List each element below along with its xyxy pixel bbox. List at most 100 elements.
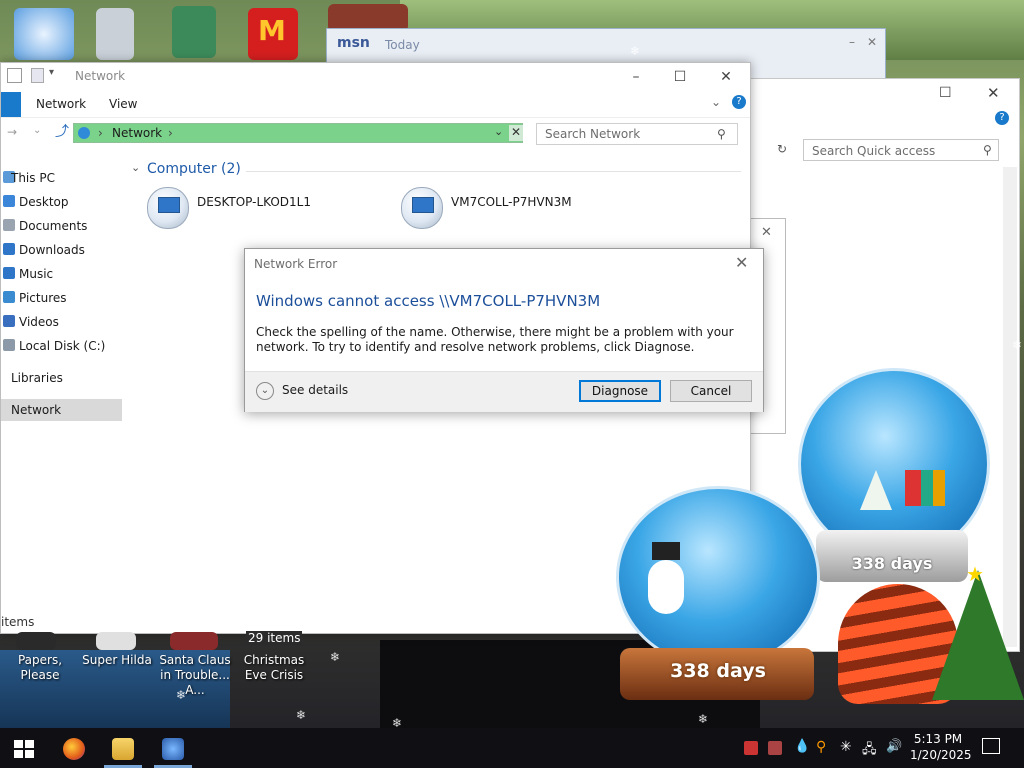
back-close-button[interactable]: ✕ bbox=[987, 84, 1000, 102]
minimize-button[interactable]: – bbox=[613, 65, 659, 89]
desktop-folder-icon bbox=[3, 195, 15, 207]
network-error-dialog[interactable]: Network Error ✕ Windows cannot access \\… bbox=[244, 248, 764, 412]
back-search-icon: ⚲ bbox=[983, 143, 992, 157]
cancel-button[interactable]: Cancel bbox=[670, 380, 752, 402]
msn-close-button[interactable]: ✕ bbox=[867, 35, 877, 49]
quick-access-search-input[interactable]: Search Quick access bbox=[803, 139, 999, 161]
see-details-link[interactable]: See details bbox=[282, 383, 348, 397]
tray-volume-icon[interactable]: 🔊 bbox=[886, 739, 902, 754]
network-app-icon[interactable] bbox=[162, 738, 184, 760]
mcdonalds-icon[interactable]: M bbox=[248, 8, 298, 60]
pictures-icon bbox=[3, 291, 15, 303]
tray-snow-icon[interactable]: ✳ bbox=[840, 739, 852, 755]
tray-weather-icon[interactable]: ⚲ bbox=[816, 739, 826, 755]
nav-network: Network bbox=[11, 403, 62, 417]
recent-dropdown-icon[interactable]: ⌄ bbox=[33, 125, 41, 136]
dialog-heading: Windows cannot access \\VM7COLL-P7HVN3M bbox=[256, 292, 601, 310]
nav-desktop[interactable]: Desktop bbox=[19, 195, 69, 209]
diagnose-button[interactable]: Diagnose bbox=[579, 380, 661, 402]
ribbon-expand-icon[interactable]: ⌄ bbox=[711, 95, 721, 109]
back-status-items: 29 items bbox=[246, 631, 303, 645]
nav-this-pc[interactable]: This PC bbox=[11, 171, 55, 185]
address-bar[interactable]: › Network › ⌄ bbox=[73, 123, 523, 143]
msn-minimize-button[interactable]: – bbox=[849, 35, 855, 49]
desktop-icon-3[interactable] bbox=[172, 6, 216, 58]
back-dialog-close-icon[interactable]: ✕ bbox=[761, 225, 772, 240]
start-button[interactable] bbox=[14, 740, 34, 758]
computer-icon bbox=[147, 187, 189, 229]
tab-network[interactable]: Network bbox=[36, 97, 86, 111]
videos-icon bbox=[3, 315, 15, 327]
tray-icon-2[interactable] bbox=[768, 741, 782, 755]
search-network-input[interactable]: Search Network ⚲ bbox=[536, 123, 738, 145]
nav-downloads[interactable]: Downloads bbox=[19, 243, 85, 257]
breadcrumb-separator-icon: › bbox=[98, 126, 103, 140]
desktop-label-papers-please[interactable]: Papers, Please bbox=[0, 653, 80, 683]
clock-date: 1/20/2025 bbox=[910, 748, 972, 762]
papers-please-icon[interactable] bbox=[16, 632, 56, 650]
network-globe-icon bbox=[78, 127, 90, 139]
desktop-icon-1[interactable] bbox=[14, 8, 74, 60]
dialog-footer: ⌄ See details Diagnose Cancel bbox=[245, 371, 763, 412]
back-help-icon[interactable]: ? bbox=[995, 111, 1009, 125]
nav-network-selected[interactable]: Network bbox=[1, 399, 122, 421]
snowflake-icon: ❄ bbox=[512, 430, 523, 444]
new-folder-icon[interactable] bbox=[31, 68, 44, 83]
file-tab[interactable] bbox=[1, 92, 21, 117]
christmas-tree-icon bbox=[860, 470, 892, 510]
nav-music[interactable]: Music bbox=[19, 267, 53, 281]
santa-claus-icon[interactable] bbox=[170, 632, 218, 650]
close-button[interactable]: ✕ bbox=[703, 65, 749, 89]
nav-local-disk[interactable]: Local Disk (C:) bbox=[19, 339, 105, 353]
back-maximize-button[interactable]: ☐ bbox=[939, 85, 952, 101]
firefox-icon[interactable] bbox=[63, 738, 85, 760]
address-dropdown-icon[interactable]: ⌄ bbox=[494, 125, 503, 138]
expand-details-icon[interactable]: ⌄ bbox=[256, 382, 274, 400]
clock-time: 5:13 PM bbox=[913, 732, 963, 746]
title-bar[interactable]: ▾ Network – ☐ ✕ bbox=[1, 63, 750, 89]
address-clear-icon[interactable]: ✕ bbox=[509, 125, 523, 141]
nav-pictures[interactable]: Pictures bbox=[19, 291, 67, 305]
group-collapse-icon[interactable]: ⌄ bbox=[131, 161, 140, 174]
nav-documents[interactable]: Documents bbox=[19, 219, 87, 233]
computer-item-vm[interactable]: VM7COLL-P7HVN3M bbox=[401, 187, 621, 233]
desktop-label-christmas-eve[interactable]: Christmas Eve Crisis bbox=[236, 653, 312, 683]
computer-name: VM7COLL-P7HVN3M bbox=[451, 195, 572, 209]
nav-videos[interactable]: Videos bbox=[19, 315, 59, 329]
forward-arrow-icon[interactable]: → bbox=[7, 125, 17, 139]
group-header[interactable]: Computer (2) bbox=[147, 161, 241, 177]
snowflake-icon: ❄ bbox=[322, 534, 333, 548]
tray-drop-icon[interactable]: 💧 bbox=[794, 739, 810, 754]
tray-icon-1[interactable] bbox=[744, 741, 758, 755]
super-hilda-icon[interactable] bbox=[96, 632, 136, 650]
tab-view[interactable]: View bbox=[109, 97, 137, 111]
quick-access-toolbar-icon[interactable] bbox=[7, 68, 22, 83]
desktop-label-super-hilda[interactable]: Super Hilda bbox=[82, 653, 152, 668]
snowflake-icon: ❄ bbox=[296, 708, 307, 722]
back-refresh-icon[interactable]: ↻ bbox=[777, 142, 787, 156]
window-title: Network bbox=[75, 69, 126, 83]
snow-globe-snowman bbox=[616, 486, 820, 668]
computer-item-desktop[interactable]: DESKTOP-LKOD1L1 bbox=[147, 187, 367, 233]
desktop-icon-2[interactable] bbox=[96, 8, 134, 60]
music-icon bbox=[3, 267, 15, 279]
maximize-button[interactable]: ☐ bbox=[657, 65, 703, 89]
desktop-label-santa-claus[interactable]: Santa Claus in Trouble... A... bbox=[154, 653, 236, 698]
notifications-icon[interactable] bbox=[982, 738, 1000, 754]
nav-libraries[interactable]: Libraries bbox=[11, 371, 63, 385]
snowman-icon bbox=[648, 560, 684, 614]
globe-2-days: 338 days bbox=[670, 660, 766, 682]
green-tree-icon bbox=[932, 570, 1024, 700]
toolbar-dropdown-icon[interactable]: ▾ bbox=[49, 67, 54, 78]
breadcrumb-network[interactable]: Network bbox=[112, 126, 162, 140]
dialog-close-button[interactable]: ✕ bbox=[735, 253, 748, 272]
tray-network-icon[interactable]: 🖧 bbox=[862, 740, 877, 762]
help-icon[interactable]: ? bbox=[732, 95, 746, 109]
search-placeholder: Search Network bbox=[545, 127, 641, 141]
taskbar-clock[interactable]: 5:13 PM 1/20/2025 bbox=[910, 731, 972, 763]
documents-icon bbox=[3, 219, 15, 231]
file-explorer-icon[interactable] bbox=[112, 738, 134, 760]
ribbon: Network View ⌄ ? bbox=[1, 89, 750, 118]
up-arrow-icon[interactable]: ⤴ bbox=[55, 121, 69, 141]
gift-icon bbox=[905, 470, 945, 506]
